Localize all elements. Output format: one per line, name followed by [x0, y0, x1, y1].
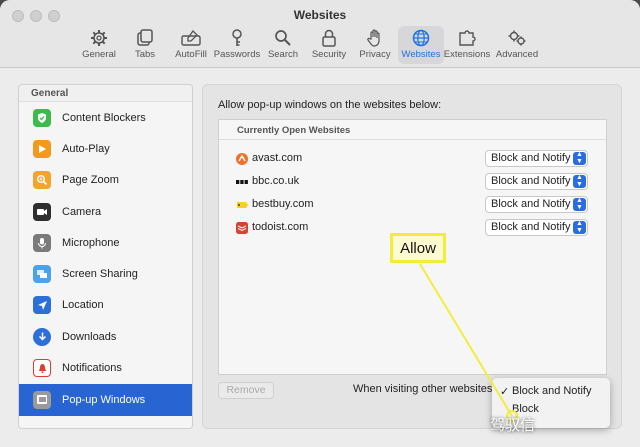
- shield-check-icon: [33, 108, 51, 127]
- todoist-icon: [236, 222, 248, 234]
- play-icon: [33, 139, 51, 158]
- tab-search-label: Search: [267, 49, 299, 60]
- tabs-icon: [137, 29, 153, 46]
- list-header: Currently Open Websites: [219, 120, 606, 140]
- tab-tabs[interactable]: Tabs: [122, 26, 168, 64]
- list-item: bestbuy.com Block and Notify ▲ ▼: [219, 194, 606, 216]
- other-websites-label: When visiting other websites: [353, 383, 493, 395]
- sidebar-item-label: Location: [62, 299, 104, 312]
- tab-general[interactable]: General: [76, 26, 122, 64]
- sidebar-item-location[interactable]: Location: [19, 290, 192, 321]
- sidebar-item-downloads[interactable]: Downloads: [19, 321, 192, 352]
- tab-websites[interactable]: Websites: [398, 26, 444, 64]
- safari-settings-window: Websites General Tabs AutoFill Passwords…: [0, 0, 640, 447]
- tab-advanced[interactable]: Advanced: [490, 26, 544, 64]
- chevron-up-down-icon: ▲ ▼: [573, 174, 586, 188]
- sidebar-item-label: Screen Sharing: [62, 268, 138, 281]
- watermark: 驾驭信: [490, 416, 536, 434]
- sidebar-item-label: Microphone: [62, 236, 120, 249]
- lock-icon: [322, 29, 336, 47]
- search-icon: [275, 30, 291, 46]
- site-name: avast.com: [252, 152, 303, 164]
- sidebar-item-label: Auto-Play: [62, 142, 110, 155]
- bbc-icon: [236, 180, 248, 184]
- tab-privacy-label: Privacy: [359, 49, 391, 60]
- popup-windows-icon: [33, 390, 51, 409]
- key-icon: [232, 29, 242, 46]
- sidebar-item-content-blockers[interactable]: Content Blockers: [19, 102, 192, 133]
- bestbuy-icon: [237, 202, 248, 208]
- menu-item-label: Block and Notify: [512, 385, 592, 397]
- sidebar: General Content Blockers Auto-Play Page …: [18, 84, 193, 429]
- tab-advanced-label: Advanced: [495, 49, 539, 60]
- site-setting-value: Block and Notify: [491, 198, 571, 210]
- location-icon: [33, 296, 51, 315]
- site-name: bbc.co.uk: [252, 175, 300, 187]
- sidebar-item-auto-play[interactable]: Auto-Play: [19, 133, 192, 164]
- sidebar-item-label: Content Blockers: [62, 111, 146, 124]
- chevron-up-down-icon: ▲ ▼: [573, 151, 586, 165]
- sidebar-header: General: [19, 85, 192, 102]
- chevron-up-down-icon: ▲ ▼: [573, 197, 586, 211]
- puzzle-icon: [459, 30, 476, 46]
- tab-security-label: Security: [311, 49, 347, 60]
- gear-icon: [91, 30, 107, 46]
- camera-icon: [33, 202, 51, 221]
- sidebar-item-page-zoom[interactable]: Page Zoom: [19, 165, 192, 196]
- sidebar-item-pop-up-windows[interactable]: Pop-up Windows: [19, 383, 192, 416]
- tab-extensions[interactable]: Extensions: [444, 26, 490, 64]
- tab-tabs-label: Tabs: [134, 49, 156, 60]
- microphone-icon: [33, 233, 51, 252]
- autofill-icon: [181, 29, 201, 46]
- tab-extensions-label: Extensions: [443, 49, 491, 60]
- sidebar-item-camera[interactable]: Camera: [19, 196, 192, 227]
- sidebar-item-label: Camera: [62, 205, 102, 218]
- window-title: Websites: [293, 8, 347, 22]
- tab-passwords[interactable]: Passwords: [214, 26, 260, 64]
- sidebar-item-label: Page Zoom: [62, 174, 119, 187]
- tab-passwords-label: Passwords: [213, 49, 261, 60]
- titlebar: Websites General Tabs AutoFill Passwords…: [0, 0, 640, 68]
- site-setting-popup[interactable]: Block and Notify ▲ ▼: [485, 173, 588, 190]
- screen-sharing-icon: [33, 265, 51, 284]
- tab-autofill[interactable]: AutoFill: [168, 26, 214, 64]
- remove-button[interactable]: Remove: [218, 382, 274, 399]
- tab-search[interactable]: Search: [260, 26, 306, 64]
- sidebar-item-label: Downloads: [62, 330, 117, 343]
- site-setting-value: Block and Notify: [491, 175, 571, 187]
- tab-privacy[interactable]: Privacy: [352, 26, 398, 64]
- sidebar-item-label: Notifications: [62, 362, 122, 375]
- tab-security[interactable]: Security: [306, 26, 352, 64]
- chevron-up-down-icon: ▲ ▼: [573, 220, 586, 234]
- settings-toolbar: General Tabs AutoFill Passwords Search S…: [76, 26, 544, 66]
- bell-icon: [33, 359, 51, 378]
- sidebar-item-label: Pop-up Windows: [62, 393, 146, 406]
- avast-icon: [236, 153, 248, 165]
- site-setting-value: Block and Notify: [491, 221, 571, 233]
- site-setting-value: Block and Notify: [491, 152, 571, 164]
- list-item: avast.com Block and Notify ▲ ▼: [219, 148, 606, 170]
- downloads-icon: [33, 327, 51, 346]
- sidebar-item-notifications[interactable]: Notifications: [19, 352, 192, 383]
- hand-icon: [367, 29, 380, 47]
- site-setting-popup[interactable]: Block and Notify ▲ ▼: [485, 150, 588, 167]
- gears-icon: [508, 30, 526, 46]
- sidebar-item-microphone[interactable]: Microphone: [19, 227, 192, 258]
- tab-general-label: General: [82, 49, 116, 60]
- checkmark-icon: ✓: [500, 386, 510, 398]
- site-name: todoist.com: [252, 221, 309, 233]
- panel-heading: Allow pop-up windows on the websites bel…: [218, 99, 442, 111]
- allow-callout: Allow: [390, 233, 446, 263]
- menu-item-block-and-notify[interactable]: ✓ Block and Notify: [492, 385, 610, 402]
- sidebar-item-screen-sharing[interactable]: Screen Sharing: [19, 258, 192, 289]
- zoom-icon: [33, 171, 51, 190]
- list-item: bbc.co.uk Block and Notify ▲ ▼: [219, 171, 606, 193]
- tab-websites-label: Websites: [401, 49, 441, 60]
- globe-icon: [412, 29, 430, 47]
- site-setting-popup[interactable]: Block and Notify ▲ ▼: [485, 196, 588, 213]
- site-name: bestbuy.com: [252, 198, 314, 210]
- site-setting-popup[interactable]: Block and Notify ▲ ▼: [485, 219, 588, 236]
- tab-autofill-label: AutoFill: [175, 49, 207, 60]
